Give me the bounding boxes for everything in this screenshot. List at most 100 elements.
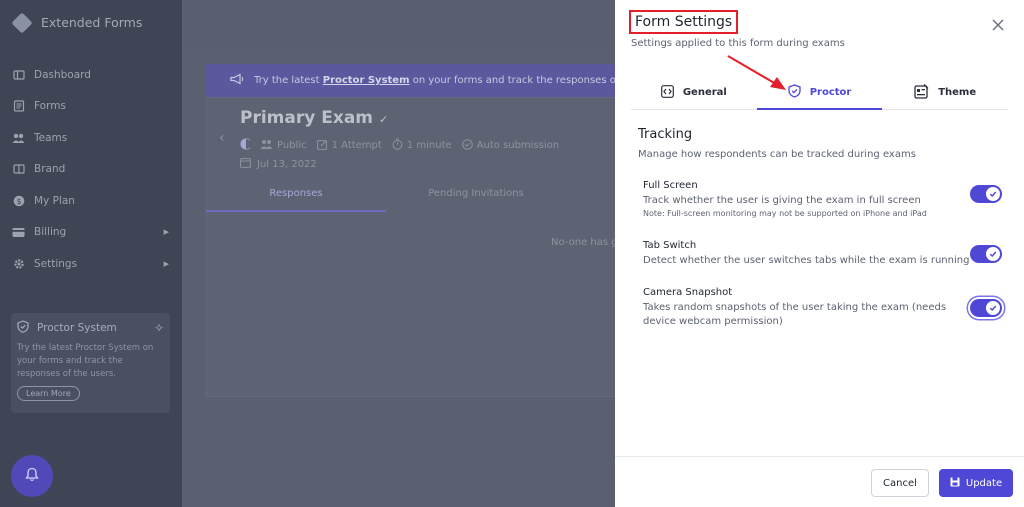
shield-check-icon (788, 83, 801, 101)
drawer-footer: Cancel Update (615, 456, 1024, 507)
learn-more-button[interactable]: Learn More (17, 386, 80, 401)
users-icon (260, 139, 273, 152)
setting-title: Camera Snapshot (643, 287, 733, 298)
megaphone-icon (230, 73, 244, 88)
tab-proctor[interactable]: Proctor (756, 76, 883, 110)
exam-duration: 1 minute (406, 140, 452, 151)
results-tabs: Responses Pending Invitations (206, 188, 566, 212)
code-icon (660, 84, 674, 101)
dollar-icon: $ (12, 194, 25, 207)
close-button[interactable] (990, 17, 1006, 33)
tab-label: General (682, 87, 727, 98)
sidebar-item-brand[interactable]: Brand (0, 154, 182, 186)
sidebar-item-dashboard[interactable]: Dashboard (0, 59, 182, 91)
exam-visibility: Public (277, 140, 307, 151)
full-screen-toggle[interactable] (970, 185, 1002, 203)
banner-suffix: on your forms and track the responses of… (412, 75, 616, 86)
edit-icon (316, 139, 328, 153)
exam-meta: Public 1 Attempt 1 minute Auto submissio… (240, 138, 559, 153)
sidebar-item-label: Billing (34, 226, 67, 239)
sidebar-item-forms[interactable]: Forms (0, 91, 182, 123)
brand: Extended Forms (0, 0, 182, 45)
exam-title: Primary Exam ✓ (240, 108, 389, 128)
notification-button[interactable] (11, 455, 53, 497)
app-logo (11, 11, 33, 34)
setting-description: Takes random snapshots of the user takin… (643, 302, 947, 327)
dashboard-icon (12, 68, 25, 81)
exam-submission: Auto submission (476, 140, 560, 151)
section-subtitle: Manage how respondents can be tracked du… (638, 149, 916, 160)
promo-title: Proctor System (37, 322, 117, 334)
brand-icon (12, 163, 25, 176)
sidebar-item-billing[interactable]: Billing ▶ (0, 217, 182, 249)
sparkle-icon: ✧ (153, 321, 164, 335)
sidebar-item-label: Settings (34, 257, 78, 270)
stopwatch-icon (392, 138, 403, 153)
drawer-title: Form Settings (629, 10, 739, 34)
check-icon (989, 191, 997, 197)
half-circle-icon (240, 138, 252, 153)
cancel-button[interactable]: Cancel (871, 469, 929, 497)
sidebar-nav: Dashboard Forms Teams Brand $ My Plan Bi… (0, 59, 182, 280)
bell-icon (25, 467, 39, 485)
setting-description: Track whether the user is giving the exa… (643, 195, 921, 206)
svg-text:$: $ (16, 197, 21, 206)
setting-note: Note: Full-screen monitoring may not be … (643, 209, 927, 218)
tab-pending-invitations[interactable]: Pending Invitations (386, 188, 566, 212)
check-circle-icon (461, 138, 473, 153)
drawer-subtitle: Settings applied to this form during exa… (631, 38, 845, 49)
form-settings-drawer: Form Settings Settings applied to this f… (615, 0, 1024, 507)
check-icon (989, 305, 997, 311)
sidebar-item-label: Forms (34, 100, 66, 113)
proctor-banner: Try the latest Proctor System on your fo… (206, 64, 616, 97)
update-button[interactable]: Update (939, 469, 1013, 497)
promo-text: Try the latest Proctor System on your fo… (17, 343, 154, 379)
app-name: Extended Forms (41, 15, 143, 30)
close-icon (992, 19, 1004, 31)
setting-camera-snapshot: Camera Snapshot Takes random snapshots o… (643, 287, 1003, 329)
forms-icon (12, 100, 25, 113)
sidebar-item-settings[interactable]: Settings ▶ (0, 248, 182, 280)
tab-theme[interactable]: Theme (882, 76, 1008, 109)
banner-prefix: Try the latest (254, 75, 320, 86)
empty-state-text: No-one has g (551, 237, 618, 248)
update-label: Update (965, 477, 1003, 489)
section-title: Tracking (638, 127, 693, 142)
exam-date-row: Jul 13, 2022 (240, 157, 317, 171)
exam-date: Jul 13, 2022 (257, 158, 317, 170)
exam-attempts: 1 Attempt (331, 140, 382, 151)
palette-board-icon (914, 83, 929, 102)
sidebar-item-teams[interactable]: Teams (0, 122, 182, 154)
chevron-left-icon[interactable]: ‹ (219, 130, 225, 146)
tab-switch-toggle[interactable] (970, 245, 1002, 263)
teams-icon (12, 131, 25, 144)
proctor-promo-card: Proctor System ✧ Try the latest Proctor … (11, 313, 170, 413)
card-icon (12, 226, 25, 239)
banner-link[interactable]: Proctor System (323, 75, 410, 86)
tab-label: Theme (938, 87, 977, 98)
tab-responses[interactable]: Responses (206, 188, 386, 212)
setting-title: Tab Switch (643, 240, 697, 251)
save-icon (950, 477, 960, 490)
sidebar-item-my-plan[interactable]: $ My Plan (0, 185, 182, 217)
tab-label: Proctor (809, 86, 852, 98)
sidebar-item-label: Dashboard (34, 68, 91, 81)
setting-tab-switch: Tab Switch Detect whether the user switc… (643, 240, 1003, 268)
pencil-icon[interactable]: ✓ (379, 113, 388, 126)
sidebar: Extended Forms Dashboard Forms Teams Bra… (0, 0, 182, 507)
sidebar-item-label: Brand (34, 163, 66, 176)
setting-title: Full Screen (643, 180, 698, 191)
sidebar-item-label: Teams (34, 131, 68, 144)
tab-general[interactable]: General (631, 76, 757, 109)
check-icon (989, 251, 997, 257)
caret-right-icon: ▶ (163, 259, 169, 268)
settings-tabs: General Proctor Theme (631, 76, 1008, 110)
setting-full-screen: Full Screen Track whether the user is gi… (643, 180, 1003, 218)
caret-right-icon: ▶ (163, 228, 169, 237)
shield-icon (17, 320, 29, 336)
camera-snapshot-toggle[interactable] (970, 299, 1002, 317)
setting-description: Detect whether the user switches tabs wh… (643, 255, 970, 266)
gear-icon (12, 257, 25, 270)
sidebar-item-label: My Plan (34, 194, 75, 207)
calendar-icon (240, 157, 251, 171)
